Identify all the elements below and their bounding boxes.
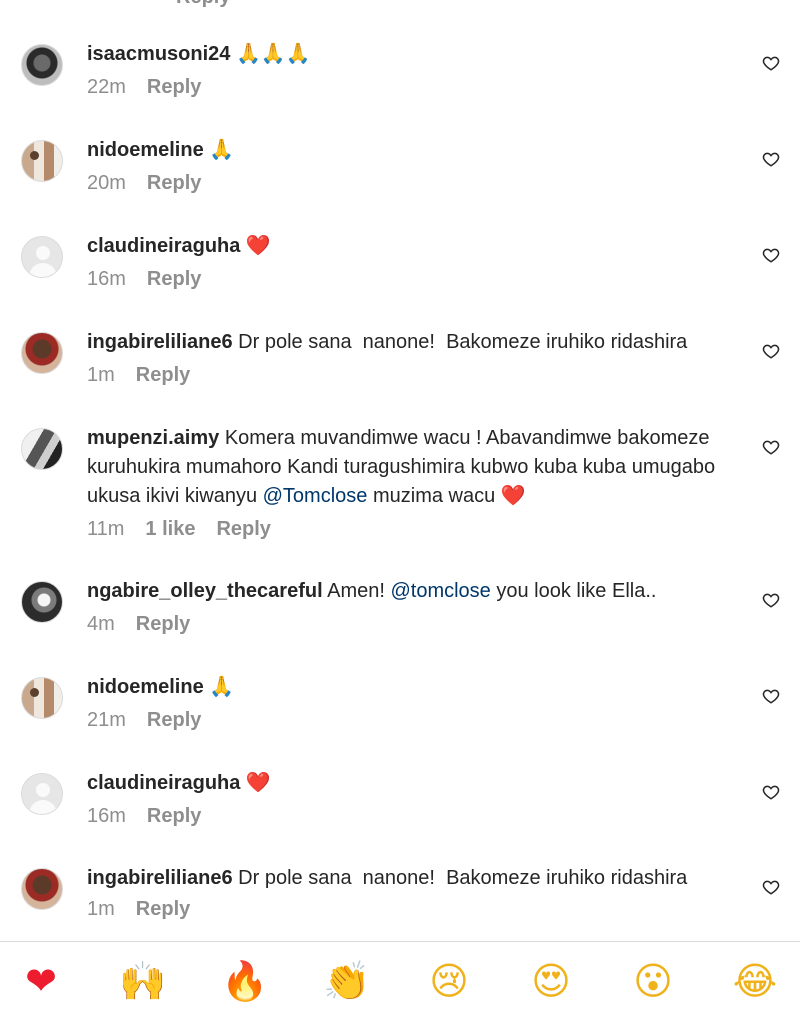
comment-meta: 1m Reply — [87, 898, 211, 921]
fire-emoji-button[interactable]: 🔥 — [220, 956, 270, 1006]
avatar[interactable] — [21, 44, 63, 86]
raising-hands-emoji-button[interactable]: 🙌 — [118, 956, 168, 1006]
comment-meta: 1m Reply — [87, 364, 211, 387]
comment-meta: 21m Reply — [87, 709, 222, 732]
comment-time: 16m — [87, 805, 126, 827]
comment-body: isaacmusoni24 🙏🙏🙏 — [87, 40, 747, 69]
comment-text: Dr pole sana nanone! Bakomeze iruhiko ri… — [232, 867, 688, 889]
heart-outline-icon[interactable] — [762, 342, 780, 360]
comments-list: Reply isaacmusoni24 🙏🙏🙏 22m Reply nidoeme… — [0, 0, 800, 940]
comment-time: 22m — [87, 76, 126, 98]
comment-username[interactable]: mupenzi.aimy — [87, 427, 219, 449]
comment-username[interactable]: ingabireliliane6 — [87, 331, 233, 353]
reply-button[interactable]: Reply — [176, 0, 230, 9]
avatar[interactable] — [21, 332, 63, 374]
avatar[interactable] — [21, 868, 63, 910]
reply-button[interactable]: Reply — [136, 364, 190, 386]
avatar[interactable] — [21, 236, 63, 278]
comment-text: ❤️ — [240, 772, 271, 794]
comment-username[interactable]: nidoemeline — [87, 676, 204, 698]
comment-meta: 16m Reply — [87, 268, 222, 291]
comment-body: nidoemeline 🙏 — [87, 673, 747, 702]
red-heart-emoji-button[interactable]: ❤ — [16, 956, 66, 1006]
heart-outline-icon[interactable] — [762, 54, 780, 72]
avatar[interactable] — [21, 140, 63, 182]
comment-body: ngabire_olley_thecareful Amen! @tomclose… — [87, 577, 747, 606]
comment-time: 16m — [87, 268, 126, 290]
comment-text: Dr pole sana nanone! Bakomeze iruhiko ri… — [232, 331, 688, 353]
reply-button[interactable]: Reply — [147, 805, 201, 827]
comment-text: ❤️ — [240, 235, 271, 257]
comment-text: 🙏 — [203, 676, 235, 698]
comment-body: claudineiraguha ❤️ — [87, 769, 747, 798]
comment-time: 21m — [87, 709, 126, 731]
heart-outline-icon[interactable] — [762, 878, 780, 896]
heart-outline-icon[interactable] — [762, 150, 780, 168]
heart-outline-icon[interactable] — [762, 783, 780, 801]
avatar[interactable] — [21, 581, 63, 623]
comment-username[interactable]: ingabireliliane6 — [87, 867, 233, 889]
comment-body: nidoemeline 🙏 — [87, 136, 747, 165]
likes-count[interactable]: 1 like — [145, 518, 195, 540]
quick-reaction-bar: ❤ 🙌 🔥 👏 😢 😍 😮 😂 — [0, 942, 800, 1022]
reply-button[interactable]: Reply — [147, 709, 201, 731]
reply-button[interactable]: Reply — [147, 76, 201, 98]
comment-time: 11m — [87, 518, 125, 540]
surprised-face-emoji-button[interactable]: 😮 — [628, 956, 678, 1006]
tears-of-joy-emoji-button[interactable]: 😂 — [730, 956, 780, 1006]
comment-username[interactable]: ngabire_olley_thecareful — [87, 580, 323, 602]
reply-button[interactable]: Reply — [136, 613, 190, 635]
heart-eyes-emoji-button[interactable]: 😍 — [526, 956, 576, 1006]
comment-body: ingabireliliane6 Dr pole sana nanone! Ba… — [87, 864, 747, 893]
crying-face-emoji-button[interactable]: 😢 — [424, 956, 474, 1006]
heart-outline-icon[interactable] — [762, 687, 780, 705]
reply-button[interactable]: Reply — [136, 898, 190, 920]
heart-outline-icon[interactable] — [762, 246, 780, 264]
mention-link[interactable]: @tomclose — [390, 580, 490, 602]
heart-outline-icon[interactable] — [762, 438, 780, 456]
reply-button[interactable]: Reply — [216, 518, 270, 540]
comment-time: 20m — [87, 172, 126, 194]
clapping-hands-emoji-button[interactable]: 👏 — [322, 956, 372, 1006]
heart-outline-icon[interactable] — [762, 591, 780, 609]
comment-username[interactable]: claudineiraguha — [87, 772, 240, 794]
avatar[interactable] — [21, 428, 63, 470]
comment-body: claudineiraguha ❤️ — [87, 232, 747, 261]
comment-meta: 11m 1 like Reply — [87, 518, 292, 541]
comment-time: 4m — [87, 613, 115, 635]
comment-text: Amen! — [322, 580, 391, 602]
comment-meta: 22m Reply — [87, 76, 222, 99]
comment-time: 1m — [87, 898, 115, 920]
comment-text-after: muzima wacu ❤️ — [367, 485, 526, 507]
reply-button[interactable]: Reply — [147, 172, 201, 194]
comment-meta: 20m Reply — [87, 172, 222, 195]
comment-username[interactable]: isaacmusoni24 — [87, 43, 230, 65]
comment-text-after: you look like Ella.. — [490, 580, 657, 602]
comment-username[interactable]: claudineiraguha — [87, 235, 240, 257]
comment-username[interactable]: nidoemeline — [87, 139, 204, 161]
comment-body: mupenzi.aimy Komera muvandimwe wacu ! Ab… — [87, 424, 747, 511]
reply-button[interactable]: Reply — [147, 268, 201, 290]
comment-meta: 16m Reply — [87, 805, 222, 828]
avatar[interactable] — [21, 677, 63, 719]
comment-text: 🙏🙏🙏 — [230, 43, 311, 65]
avatar[interactable] — [21, 773, 63, 815]
comment-text: 🙏 — [203, 139, 235, 161]
comment-time: 1m — [87, 364, 115, 386]
mention-link[interactable]: @Tomclose — [263, 485, 368, 507]
comment-meta: 4m Reply — [87, 613, 211, 636]
comment-body: ingabireliliane6 Dr pole sana nanone! Ba… — [87, 328, 747, 357]
